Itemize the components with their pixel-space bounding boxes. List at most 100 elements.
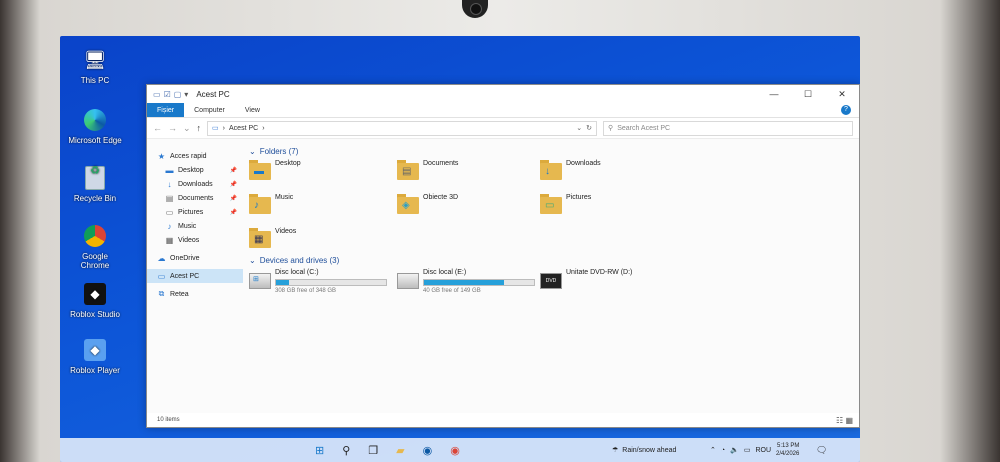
desktop-icon-recycle-bin[interactable]: ♻ Recycle Bin xyxy=(68,164,122,204)
drive-e[interactable]: Disc local (E:) 40 GB free of 149 GB xyxy=(397,269,540,294)
folders-group-header[interactable]: ⌄ Folders (7) xyxy=(249,147,859,156)
drive-usage-fill xyxy=(276,280,289,285)
desktop-icon-edge[interactable]: Microsoft Edge xyxy=(68,106,122,145)
desktop-icon-chrome[interactable]: Google Chrome xyxy=(68,222,122,270)
start-icon[interactable]: ⊞ xyxy=(315,444,324,457)
folder-label: Documents xyxy=(423,160,459,167)
desktop-folder-icon: ▬ xyxy=(165,165,174,175)
sidebar-item-desktop[interactable]: ▬ Desktop 📌 xyxy=(147,163,243,177)
sidebar-item-videos[interactable]: ▦ Videos xyxy=(147,233,243,247)
sidebar-item-label: Documents xyxy=(178,194,214,202)
folder-3d-objects[interactable]: ◈ Obiecte 3D xyxy=(397,194,540,220)
language-indicator[interactable]: ROU xyxy=(755,447,771,454)
maximize-button[interactable]: ☐ xyxy=(791,89,825,100)
sidebar-item-quick-access[interactable]: ★ Acces rapid xyxy=(147,149,243,163)
sidebar-item-label: Acces rapid xyxy=(170,152,207,160)
back-button[interactable]: ← xyxy=(153,123,162,133)
sidebar-item-downloads[interactable]: ↓ Downloads 📌 xyxy=(147,177,243,191)
sidebar-item-label: Retea xyxy=(170,290,189,298)
chevron-up-icon[interactable]: ⌃ xyxy=(710,446,716,454)
folder-label: Desktop xyxy=(275,160,301,167)
clock[interactable]: 5:13 PM 2/4/2026 xyxy=(776,442,799,458)
drive-d-dvd[interactable]: DVD Unitate DVD-RW (D:) xyxy=(540,269,688,294)
group-title: Folders (7) xyxy=(259,147,299,156)
drive-usage-fill xyxy=(424,280,505,285)
title-bar: ▭ ☑ ▢ ▾ Acest PC — ☐ ✕ xyxy=(147,85,859,103)
task-view-icon[interactable]: ❐ xyxy=(368,444,378,457)
drive-label: Disc local (C:) xyxy=(275,269,319,276)
folder-label: Obiecte 3D xyxy=(423,194,459,201)
drive-label: Disc local (E:) xyxy=(423,269,467,276)
sidebar-item-network[interactable]: ⧉ Retea xyxy=(147,287,243,301)
3d-objects-folder-icon: ◈ xyxy=(397,194,419,214)
file-explorer-icon[interactable]: ▰ xyxy=(396,444,404,457)
close-button[interactable]: ✕ xyxy=(825,89,859,100)
notification-icon[interactable]: 🗨 xyxy=(816,445,827,456)
navigation-pane: ★ Acces rapid ▬ Desktop 📌 ↓ Downloads 📌 ▤ Docu… xyxy=(147,139,243,413)
sidebar-item-documents[interactable]: ▤ Documents 📌 xyxy=(147,191,243,205)
drives-group-header[interactable]: ⌄ Devices and drives (3) xyxy=(249,256,859,265)
address-bar[interactable]: ▭ › Acest PC › ⌄ ↻ xyxy=(207,120,598,136)
network-icon[interactable]: ◔ xyxy=(721,447,725,454)
file-explorer-window: ▭ ☑ ▢ ▾ Acest PC — ☐ ✕ Fișier Computer V… xyxy=(146,84,860,428)
sidebar-item-music[interactable]: ♪ Music xyxy=(147,219,243,233)
recent-locations-button[interactable]: ⌄ xyxy=(183,123,191,134)
folder-music[interactable]: ♪ Music xyxy=(249,194,397,220)
sidebar-item-label: Downloads xyxy=(178,180,213,188)
minimize-button[interactable]: — xyxy=(757,89,791,100)
help-icon[interactable]: ? xyxy=(841,105,851,115)
sidebar-item-label: Desktop xyxy=(178,166,204,174)
roblox-studio-icon: ◆ xyxy=(81,280,109,308)
edge-icon xyxy=(81,106,109,134)
volume-icon[interactable]: 🔈 xyxy=(730,446,739,454)
search-input[interactable]: ⚲ Search Acest PC xyxy=(603,120,853,136)
pictures-icon: ▭ xyxy=(165,207,174,217)
status-bar: 10 items ☷ ▦ xyxy=(147,413,859,427)
folder-videos[interactable]: ▦ Videos xyxy=(249,228,397,254)
drive-c[interactable]: ⊞ Disc local (C:) 308 GB free of 348 GB xyxy=(249,269,397,294)
up-button[interactable]: ↑ xyxy=(197,123,202,133)
new-folder-icon[interactable]: ▢ xyxy=(174,90,182,99)
folder-label: Pictures xyxy=(566,194,592,201)
tab-file[interactable]: Fișier xyxy=(147,103,185,117)
explorer-body: ★ Acces rapid ▬ Desktop 📌 ↓ Downloads 📌 ▤ Docu… xyxy=(147,139,859,413)
edge-icon[interactable]: ◉ xyxy=(423,444,433,457)
ribbon-tabs: Fișier Computer View ? xyxy=(147,103,859,118)
drive-usage-bar xyxy=(423,279,535,286)
folder-pictures[interactable]: ▭ Pictures xyxy=(540,194,688,220)
music-icon: ♪ xyxy=(167,221,172,231)
weather-widget[interactable]: ☂ Rain/snow ahead xyxy=(612,446,677,455)
documents-icon: ▤ xyxy=(165,193,174,203)
desktop-icon-roblox-player[interactable]: ◆ Roblox Player xyxy=(68,336,122,375)
search-icon[interactable]: ⚲ xyxy=(342,444,350,457)
chrome-icon[interactable]: ◉ xyxy=(450,444,460,457)
weather-text: Rain/snow ahead xyxy=(622,446,677,454)
view-toggle-icons[interactable]: ☷ ▦ xyxy=(836,416,853,425)
properties-icon[interactable]: ☑ xyxy=(164,90,171,99)
monitor-icon: ▭ xyxy=(157,271,166,281)
sidebar-item-pictures[interactable]: ▭ Pictures 📌 xyxy=(147,205,243,219)
windows-drive-icon: ⊞ xyxy=(249,273,271,289)
tab-view[interactable]: View xyxy=(235,103,270,117)
chevron-down-icon[interactable]: ▾ xyxy=(184,90,188,99)
forward-button[interactable]: → xyxy=(168,123,177,133)
desktop-icon-label: Google Chrome xyxy=(80,252,110,270)
folder-label: Videos xyxy=(275,228,297,235)
battery-icon[interactable]: ▭ xyxy=(744,446,751,454)
folder-downloads[interactable]: ↓ Downloads xyxy=(540,160,688,186)
sidebar-item-this-pc[interactable]: ▭ Acest PC xyxy=(147,269,243,283)
tab-computer[interactable]: Computer xyxy=(184,103,235,117)
drive-free-space: 308 GB free of 348 GB xyxy=(275,288,337,294)
folder-desktop[interactable]: ▬ Desktop xyxy=(249,160,397,186)
folder-documents[interactable]: ▤ Documents xyxy=(397,160,540,186)
address-dropdown-icon[interactable]: ⌄ xyxy=(576,124,582,132)
sidebar-item-onedrive[interactable]: ☁ OneDrive xyxy=(147,251,243,265)
desktop-icon-this-pc[interactable]: 🖥 This PC xyxy=(68,46,122,86)
desktop-screen: 🖥 This PC Microsoft Edge ♻ Recycle Bin G… xyxy=(60,36,860,462)
refresh-icon[interactable]: ↻ xyxy=(586,124,592,132)
breadcrumb-acest-pc[interactable]: Acest PC xyxy=(229,125,258,132)
computer-icon[interactable]: ▭ xyxy=(153,90,161,99)
desktop-icon-roblox-studio[interactable]: ◆ Roblox Studio xyxy=(68,280,122,319)
drive-free-space: 40 GB free of 149 GB xyxy=(423,288,481,294)
window-title: Acest PC xyxy=(196,89,230,99)
